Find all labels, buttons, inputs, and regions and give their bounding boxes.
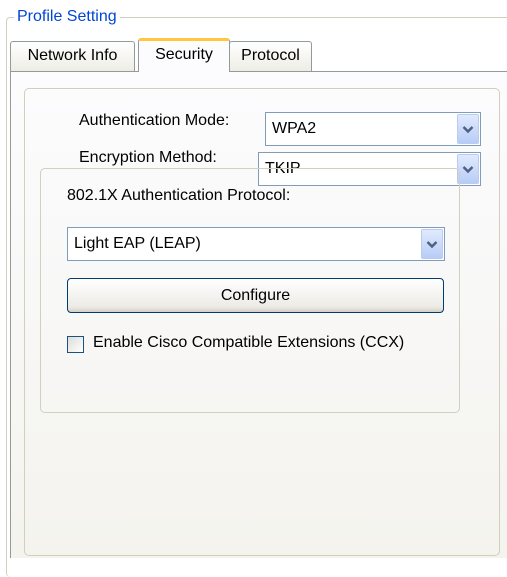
- chevron-down-icon[interactable]: [457, 114, 479, 144]
- chevron-down-icon[interactable]: [457, 154, 479, 184]
- auth-protocol-label: 802.1X Authentication Protocol:: [67, 187, 291, 204]
- auth-mode-label: Authentication Mode:: [79, 112, 230, 129]
- auth-protocol-value: Light EAP (LEAP): [74, 235, 201, 252]
- ccx-label[interactable]: Enable Cisco Compatible Extensions (CCX): [93, 334, 404, 352]
- authentication-protocol-group: 802.1X Authentication Protocol: Light EA…: [40, 168, 460, 413]
- auth-protocol-select[interactable]: Light EAP (LEAP): [67, 227, 445, 261]
- auth-mode-select[interactable]: WPA2: [265, 112, 481, 146]
- ccx-checkbox[interactable]: [67, 336, 84, 353]
- tab-security[interactable]: Security: [138, 38, 230, 72]
- configure-button[interactable]: Configure: [67, 278, 444, 313]
- auth-mode-value: WPA2: [272, 120, 317, 137]
- chevron-down-icon[interactable]: [421, 229, 443, 259]
- encryption-method-label: Encryption Method:: [79, 149, 217, 166]
- profile-setting-title: Profile Setting: [14, 6, 120, 28]
- tab-protocol[interactable]: Protocol: [229, 41, 312, 71]
- tab-network-info[interactable]: Network Info: [10, 41, 135, 71]
